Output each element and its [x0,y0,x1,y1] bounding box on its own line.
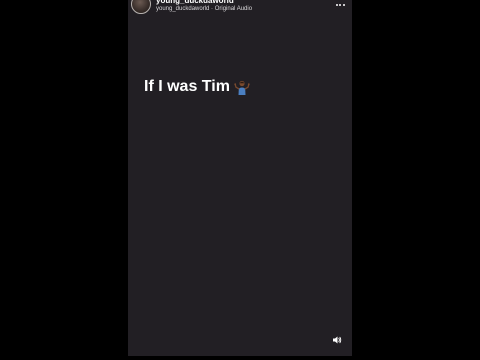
audio-subtitle[interactable]: young_duckdaworld · Original Audio [156,6,252,13]
username[interactable]: young_duckdaworld [156,0,234,5]
video-caption: If I was Tim [144,78,250,96]
person-shrugging-icon [234,80,250,95]
avatar[interactable] [131,0,151,14]
more-horizontal-icon[interactable] [334,1,346,9]
speaker-icon[interactable] [332,335,342,345]
video-frame[interactable]: young_duckdaworld young_duckdaworld · Or… [128,0,352,356]
page: young_duckdaworld young_duckdaworld · Or… [0,0,480,360]
caption-text: If I was Tim [144,78,230,95]
post-header: young_duckdaworld young_duckdaworld · Or… [128,0,352,16]
